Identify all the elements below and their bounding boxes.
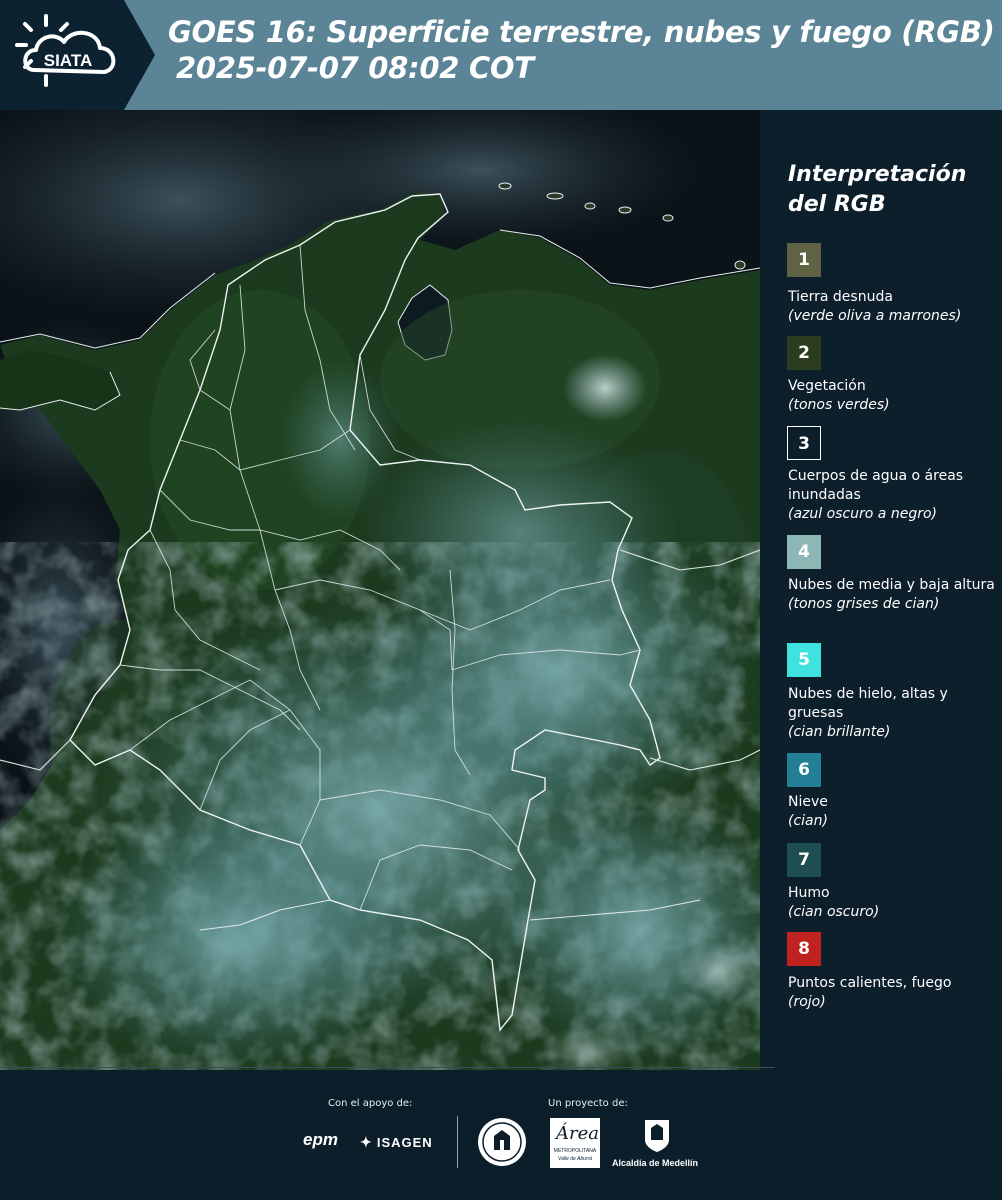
- legend-item-8: Puntos calientes, fuego (rojo): [788, 974, 1000, 1012]
- legend-item-label: Cuerpos de agua o áreas inundadas: [788, 468, 964, 503]
- legend-swatch-3: 3: [787, 426, 821, 460]
- legend-item-label: Nubes de media y baja altura: [788, 577, 995, 593]
- legend-item-description: (cian brillante): [788, 724, 891, 740]
- legend-item-label: Vegetación: [788, 378, 866, 394]
- legend-item-description: (cian): [788, 813, 828, 829]
- legend-title: Interpretación del RGB: [788, 162, 967, 217]
- legend-item-description: (cian oscuro): [788, 904, 880, 920]
- legend-swatch-1: 1: [787, 243, 821, 277]
- legend-item-description: (tonos grises de cian): [788, 596, 940, 612]
- legend-panel: Interpretación del RGB 1 Tierra desnuda (v…: [760, 110, 1002, 1070]
- footer-divider-line: [0, 1067, 775, 1068]
- title-line-1: GOES 16: Superficie terrestre, nubes y f…: [168, 15, 995, 49]
- area-metropolitana-logo: Área METROPOLITANA Valle de Aburrá: [550, 1118, 600, 1168]
- header-bar: SIATA GOES 16: Superficie terrestre, nub…: [0, 0, 1002, 110]
- legend-item-3: Cuerpos de agua o áreas inundadas (azul o…: [788, 467, 1000, 524]
- title-line-2: 2025-07-07 08:02 COT: [176, 51, 534, 85]
- logo-text: SIATA: [44, 51, 92, 70]
- legend-swatch-4: 4: [787, 535, 821, 569]
- medellin-shield-icon: [645, 1120, 669, 1152]
- legend-item-label: Nieve: [788, 794, 828, 810]
- isagen-logo: ✦ ISAGEN: [360, 1134, 433, 1150]
- legend-item-label: Humo: [788, 885, 830, 901]
- legend-item-6: Nieve (cian): [788, 793, 1000, 831]
- sun-cloud-icon: SIATA: [15, 14, 116, 87]
- legend-swatch-5: 5: [787, 643, 821, 677]
- project-caption: Un proyecto de:: [548, 1098, 628, 1109]
- legend-swatch-7: 7: [787, 843, 821, 877]
- convective-cloud: [563, 354, 647, 422]
- page-title: GOES 16: Superficie terrestre, nubes y f…: [168, 14, 998, 86]
- legend-item-description: (verde oliva a marrones): [788, 308, 962, 324]
- epm-logo: epm: [303, 1130, 338, 1149]
- footer: Con el apoyo de: Un proyecto de: epm ✦ I…: [0, 1067, 1002, 1200]
- legend-item-5: Nubes de hielo, altas y gruesas (cian bri…: [788, 685, 1000, 742]
- legend-item-description: (azul oscuro a negro): [788, 506, 937, 522]
- support-caption: Con el apoyo de:: [328, 1098, 413, 1109]
- legend-swatch-8: 8: [787, 932, 821, 966]
- alcaldia-label: Alcaldía de Medellín: [612, 1158, 699, 1168]
- legend-item-4: Nubes de media y baja altura (tonos grise…: [788, 576, 1000, 614]
- legend-item-label: Nubes de hielo, altas y gruesas: [788, 686, 948, 721]
- satellite-image: [0, 110, 760, 1070]
- antioquia-seal-icon: [478, 1118, 526, 1166]
- legend-item-label: Puntos calientes, fuego: [788, 975, 952, 991]
- legend-item-2: Vegetación (tonos verdes): [788, 377, 1000, 415]
- legend-item-description: (tonos verdes): [788, 397, 890, 413]
- legend-item-label: Tierra desnuda: [788, 289, 893, 305]
- siata-logo: SIATA: [0, 0, 155, 110]
- legend-item-7: Humo (cian oscuro): [788, 884, 1000, 922]
- isagen-mark-icon: ✦: [360, 1134, 372, 1150]
- legend-item-description: (rojo): [788, 994, 826, 1010]
- legend-swatch-6: 6: [787, 753, 821, 787]
- legend-item-1: Tierra desnuda (verde oliva a marrones): [788, 288, 1000, 326]
- footer-vertical-divider: [457, 1116, 458, 1168]
- legend-swatch-2: 2: [787, 336, 821, 370]
- satellite-map[interactable]: [0, 110, 760, 1070]
